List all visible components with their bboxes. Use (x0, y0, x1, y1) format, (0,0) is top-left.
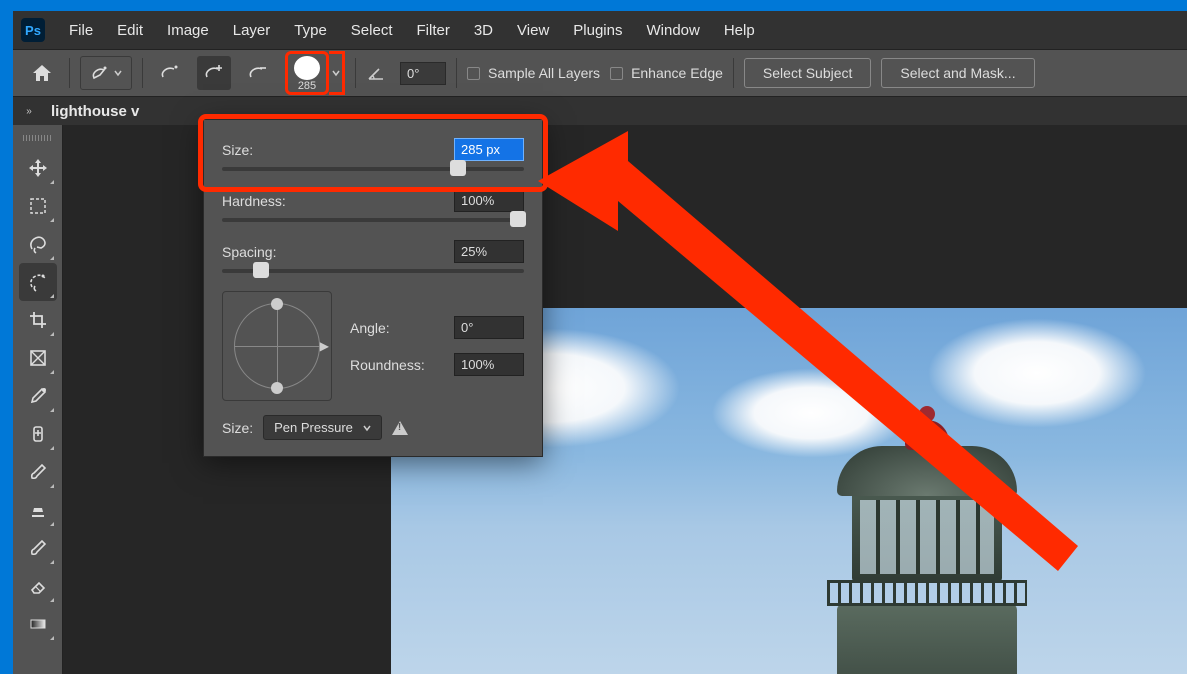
sample-all-layers-checkbox[interactable]: Sample All Layers (467, 65, 600, 81)
eyedropper-tool[interactable] (19, 377, 57, 415)
size-slider[interactable] (222, 167, 524, 171)
dynamics-size-select[interactable]: Pen Pressure (263, 415, 382, 440)
menu-type[interactable]: Type (284, 18, 337, 43)
angle-dial[interactable]: ▶ (222, 291, 332, 401)
size-input[interactable] (454, 138, 524, 161)
hardness-input[interactable] (454, 189, 524, 212)
document-tab-row: » lighthouse v (13, 97, 1187, 125)
app-window: Ps FileEditImageLayerTypeSelectFilter3DV… (13, 11, 1187, 674)
hardness-label: Hardness: (222, 193, 286, 209)
brush-dropdown-toggle[interactable] (329, 51, 345, 95)
hardness-slider[interactable] (222, 218, 524, 222)
size-label: Size: (222, 142, 253, 158)
spacing-input[interactable] (454, 240, 524, 263)
select-subject-button[interactable]: Select Subject (744, 58, 872, 88)
separator (142, 58, 143, 88)
menu-help[interactable]: Help (714, 18, 765, 43)
menu-filter[interactable]: Filter (407, 18, 460, 43)
menu-view[interactable]: View (507, 18, 559, 43)
menu-window[interactable]: Window (636, 18, 709, 43)
roundness-input[interactable] (454, 353, 524, 376)
menu-3d[interactable]: 3D (464, 18, 503, 43)
document-tab[interactable]: lighthouse v (39, 99, 151, 124)
separator (69, 58, 70, 88)
work-area (13, 125, 1187, 674)
gradient-tool[interactable] (19, 605, 57, 643)
expand-panels-button[interactable]: » (19, 101, 39, 121)
brush-preview[interactable]: 285 (285, 51, 329, 95)
angle-input[interactable] (454, 316, 524, 339)
brush-settings-popup: Size: Hardness: Spacing: ▶ An (203, 119, 543, 457)
tool-preset-picker[interactable] (80, 56, 132, 90)
brush-shape-icon (294, 56, 320, 80)
menu-plugins[interactable]: Plugins (563, 18, 632, 43)
brush-angle-input[interactable] (400, 62, 446, 85)
slider-thumb[interactable] (510, 211, 526, 227)
app-logo: Ps (21, 18, 45, 42)
separator (733, 58, 734, 88)
home-button[interactable] (25, 56, 59, 90)
slider-thumb[interactable] (253, 262, 269, 278)
menu-edit[interactable]: Edit (107, 18, 153, 43)
select-and-mask-button[interactable]: Select and Mask... (881, 58, 1034, 88)
brush-tool[interactable] (19, 453, 57, 491)
marquee-tool[interactable] (19, 187, 57, 225)
separator (355, 58, 356, 88)
lighthouse-graphic (797, 414, 1057, 674)
roundness-label: Roundness: (350, 357, 425, 373)
eraser-tool[interactable] (19, 567, 57, 605)
clone-stamp-tool[interactable] (19, 491, 57, 529)
menu-image[interactable]: Image (157, 18, 219, 43)
menu-bar: FileEditImageLayerTypeSelectFilter3DView… (59, 18, 765, 43)
subtract-selection-button[interactable] (241, 56, 275, 90)
options-bar: 285 Sample All Layers Enhance Edge Selec… (13, 49, 1187, 97)
lasso-tool[interactable] (19, 225, 57, 263)
healing-brush-tool[interactable] (19, 415, 57, 453)
menu-select[interactable]: Select (341, 18, 403, 43)
brush-size-readout: 285 (298, 80, 316, 92)
panel-grip[interactable] (23, 135, 53, 141)
quick-selection-tool[interactable] (19, 263, 57, 301)
dynamics-size-label: Size: (222, 420, 253, 436)
new-selection-button[interactable] (153, 56, 187, 90)
menu-layer[interactable]: Layer (223, 18, 281, 43)
menu-file[interactable]: File (59, 18, 103, 43)
title-bar: Ps FileEditImageLayerTypeSelectFilter3DV… (13, 11, 1187, 49)
spacing-label: Spacing: (222, 244, 276, 260)
enhance-edge-checkbox[interactable]: Enhance Edge (610, 65, 723, 81)
warning-icon (392, 421, 408, 435)
separator (456, 58, 457, 88)
history-brush-tool[interactable] (19, 529, 57, 567)
tools-panel (13, 125, 63, 674)
angle-label: Angle: (350, 320, 390, 336)
angle-icon (366, 61, 390, 85)
slider-thumb[interactable] (450, 160, 466, 176)
spacing-slider[interactable] (222, 269, 524, 273)
frame-tool[interactable] (19, 339, 57, 377)
move-tool[interactable] (19, 149, 57, 187)
add-selection-button[interactable] (197, 56, 231, 90)
crop-tool[interactable] (19, 301, 57, 339)
